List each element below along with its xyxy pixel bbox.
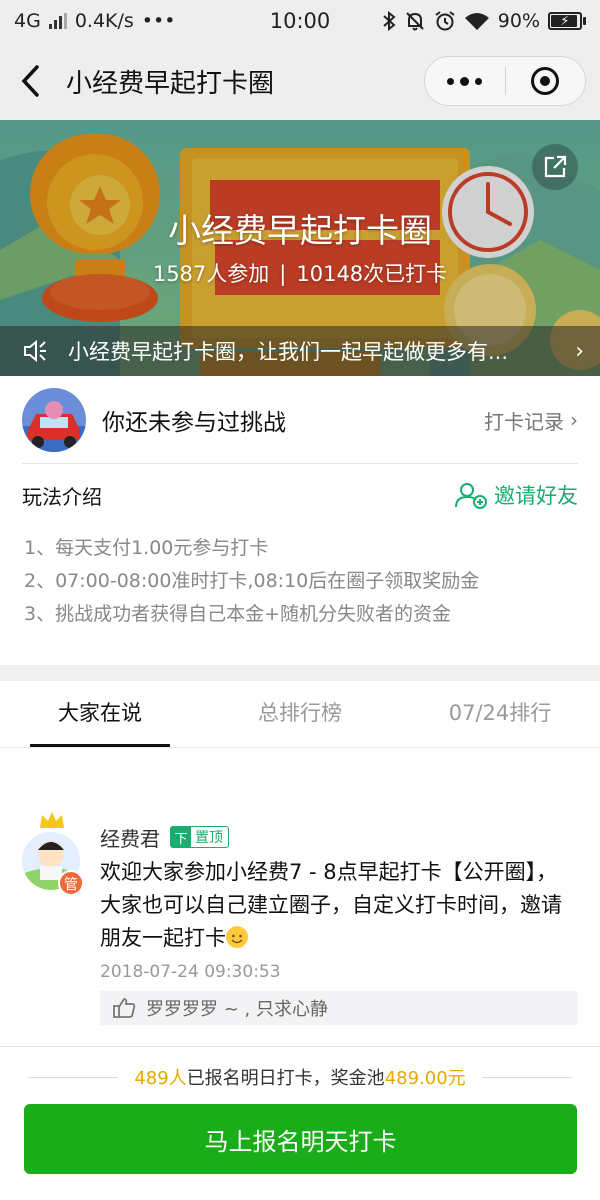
tab-bar: 大家在说 总排行榜 07/24排行 <box>0 681 600 747</box>
miniprogram-capsule <box>424 56 586 106</box>
divider-line <box>481 1076 572 1078</box>
pinned-badge: 下 置顶 <box>170 826 229 848</box>
post-body: 经费君 下 置顶 欢迎大家参加小经费7 - 8点早起打卡【公开圈】，大家也可以自… <box>100 820 578 1025</box>
rule-item: 1、每天支付1.00元参与打卡 <box>24 537 269 559</box>
alarm-icon <box>435 11 455 31</box>
tab-discussion[interactable]: 大家在说 <box>0 681 200 747</box>
divider <box>0 1046 600 1047</box>
speaker-icon <box>18 334 52 368</box>
mute-bell-icon <box>406 12 424 31</box>
back-button[interactable] <box>0 42 60 120</box>
prize-pool-row: 489人 已报名明日打卡，奖金池 489.00元 <box>0 1060 600 1094</box>
user-challenge-row: 你还未参与过挑战 打卡记录 › <box>0 376 600 464</box>
checkin-record-link[interactable]: 打卡记录 › <box>484 406 578 435</box>
invite-friends-button[interactable]: 邀请好友 <box>454 480 578 510</box>
bluetooth-icon <box>383 11 396 31</box>
participants-count: 1587人参加 <box>152 262 270 286</box>
admin-badge: 管 <box>58 870 84 896</box>
author-name: 经费君 <box>100 826 160 851</box>
banner-stats: 1587人参加 | 10148次已打卡 <box>0 258 600 288</box>
invite-friends-label: 邀请好友 <box>494 484 578 508</box>
add-user-icon <box>455 483 487 509</box>
stats-divider: | <box>279 262 287 286</box>
signal-icon <box>48 13 67 29</box>
author-line: 经费君 下 置顶 <box>100 820 578 854</box>
section-gap <box>0 665 600 681</box>
post-content: 欢迎大家参加小经费7 - 8点早起打卡【公开圈】，大家也可以自己建立圈子，自定义… <box>100 856 578 955</box>
network-type: 4G <box>14 10 41 32</box>
rules-list: 1、每天支付1.00元参与打卡 2、07:00-08:00准时打卡,08:10后… <box>24 532 584 631</box>
rules-title: 玩法介绍 <box>22 484 102 509</box>
user-status: 你还未参与过挑战 <box>102 410 286 436</box>
nav-bar: 小经费早起打卡圈 <box>0 42 600 120</box>
wifi-icon <box>464 13 489 30</box>
tabs-divider <box>0 747 600 748</box>
checkin-record-label: 打卡记录 <box>484 409 564 434</box>
signup-count: 489人 <box>134 1068 187 1089</box>
rule-item: 2、07:00-08:00准时打卡,08:10后在圈子领取奖励金 <box>24 570 480 592</box>
status-right: 90% ⚡ <box>382 10 586 32</box>
status-bar: 4G 0.4K/s ••• 10:00 90% ⚡ <box>0 0 600 42</box>
network-speed: 0.4K/s <box>74 10 134 32</box>
post-text: 欢迎大家参加小经费7 - 8点早起打卡【公开圈】，大家也可以自己建立圈子，自定义… <box>100 860 562 950</box>
crown-icon <box>40 812 64 828</box>
avatar <box>22 388 86 452</box>
signup-text: 已报名明日打卡，奖金池 <box>186 1068 385 1089</box>
tab-overall-ranking[interactable]: 总排行榜 <box>200 681 400 747</box>
signup-tomorrow-button[interactable]: 马上报名明天打卡 <box>24 1104 577 1174</box>
battery-percent: 90% <box>497 10 540 32</box>
rule-item: 3、挑战成功者获得自己本金+随机分失败者的资金 <box>24 603 452 625</box>
pinned-label: 置顶 <box>195 830 223 846</box>
chevron-right-icon: › <box>575 338 584 364</box>
checkins-count: 10148次已打卡 <box>296 262 448 286</box>
back-arrow-icon <box>21 65 39 97</box>
share-button[interactable] <box>532 144 578 190</box>
banner-title: 小经费早起打卡圈 <box>168 211 432 250</box>
post-avatar[interactable]: 管 <box>22 810 84 896</box>
notice-bar[interactable]: 小经费早起打卡圈，让我们一起早起做更多有... › <box>0 326 600 376</box>
close-button[interactable] <box>506 57 586 105</box>
more-button[interactable] <box>425 57 505 105</box>
divider-line <box>28 1076 119 1078</box>
tab-daily-ranking[interactable]: 07/24排行 <box>400 681 600 747</box>
share-icon <box>544 155 567 178</box>
close-miniprogram-icon <box>531 67 560 95</box>
pin-icon: 下 <box>171 827 191 847</box>
prize-pool-amount: 489.00元 <box>384 1068 466 1089</box>
chevron-right-icon: › <box>570 408 578 432</box>
likes-bar[interactable]: 罗罗罗罗 ~ , 只求心静 <box>100 991 578 1025</box>
smile-emoji-icon <box>226 926 248 948</box>
notice-text: 小经费早起打卡圈，让我们一起早起做更多有... <box>68 340 509 364</box>
thumbs-up-icon <box>113 998 136 1018</box>
likes-names: 罗罗罗罗 ~ , 只求心静 <box>146 999 328 1020</box>
challenge-banner: 小经费早起打卡圈 1587人参加 | 10148次已打卡 小经费早起打卡圈，让我们一… <box>0 120 600 376</box>
battery-icon: ⚡ <box>548 12 586 30</box>
more-notifications-icon: ••• <box>141 10 176 32</box>
status-left: 4G 0.4K/s ••• <box>14 10 175 32</box>
page-title: 小经费早起打卡圈 <box>66 68 275 99</box>
post-timestamp: 2018-07-24 09:30:53 <box>100 962 281 982</box>
rules-header: 玩法介绍 邀请好友 <box>0 464 600 526</box>
